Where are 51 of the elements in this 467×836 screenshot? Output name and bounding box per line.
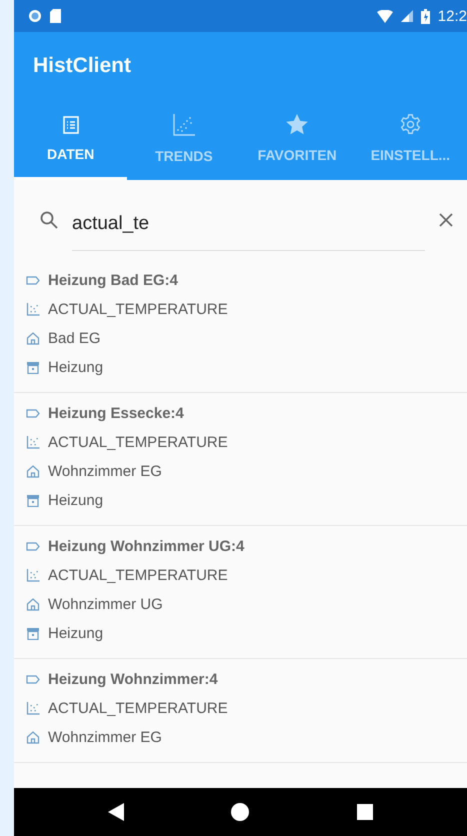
- chart-icon: [26, 436, 40, 449]
- room-name: Bad EG: [48, 330, 101, 347]
- search-icon: [40, 211, 58, 229]
- result-item[interactable]: Heizung Bad EG:4 ACTUAL_TEMPERATURE Bad EG Heizung: [14, 260, 467, 393]
- device-name: Heizung Wohnzimmer:4: [48, 671, 218, 688]
- device-name: Heizung Essecke:4: [48, 405, 184, 422]
- house-icon: [26, 332, 40, 345]
- search-field[interactable]: actual_te: [72, 202, 425, 250]
- battery-icon: [420, 8, 430, 24]
- box-icon: [26, 628, 40, 640]
- home-icon[interactable]: [231, 803, 250, 821]
- tag-icon: [26, 409, 40, 418]
- category-name: Heizung: [48, 359, 104, 376]
- recents-icon[interactable]: [357, 804, 374, 820]
- close-icon[interactable]: [439, 213, 453, 227]
- chart-icon: [26, 569, 40, 582]
- box-icon: [26, 362, 40, 374]
- settings-icon: [400, 114, 421, 135]
- datapoint-name: ACTUAL_TEMPERATURE: [48, 434, 228, 451]
- device-name: Heizung Bad EG:4: [48, 272, 178, 289]
- room-name: Wohnzimmer EG: [48, 463, 162, 480]
- tag-icon: [26, 675, 40, 684]
- tag-icon: [26, 276, 40, 285]
- result-item[interactable]: Heizung Essecke:4 ACTUAL_TEMPERATURE Wohnzimmer EG Heizung: [14, 393, 467, 526]
- datapoint-name: ACTUAL_TEMPERATURE: [48, 700, 228, 717]
- result-item[interactable]: Heizung Wohnzimmer UG:4 ACTUAL_TEMPERATURE Wohnzimmer UG Heizung: [14, 526, 467, 659]
- chart-icon: [26, 303, 40, 316]
- room-name: Wohnzimmer UG: [48, 596, 163, 613]
- result-item[interactable]: Heizung Wohnzimmer:4 ACTUAL_TEMPERATURE Wohnzimmer EG: [14, 659, 467, 763]
- category-name: Heizung: [48, 625, 104, 642]
- list-icon: [62, 116, 79, 134]
- datapoint-name: ACTUAL_TEMPERATURE: [48, 301, 228, 318]
- category-name: Heizung: [48, 492, 104, 509]
- box-icon: [26, 494, 40, 506]
- room-name: Wohnzimmer EG: [48, 729, 162, 746]
- sd-card-icon: [50, 9, 61, 23]
- device-name: Heizung Wohnzimmer UG:4: [48, 538, 244, 555]
- chart-icon: [172, 114, 195, 136]
- app-title: HistClient: [32, 53, 132, 79]
- status-time: 12:2: [438, 8, 467, 24]
- back-icon[interactable]: [108, 803, 124, 821]
- house-icon: [26, 465, 40, 478]
- house-icon: [26, 731, 40, 744]
- signal-icon: [400, 10, 413, 22]
- house-icon: [26, 598, 40, 611]
- record-icon: [28, 9, 42, 23]
- datapoint-name: ACTUAL_TEMPERATURE: [48, 567, 228, 584]
- star-icon: [286, 114, 308, 135]
- chart-icon: [26, 702, 40, 715]
- tag-icon: [26, 542, 40, 551]
- wifi-icon: [376, 10, 393, 22]
